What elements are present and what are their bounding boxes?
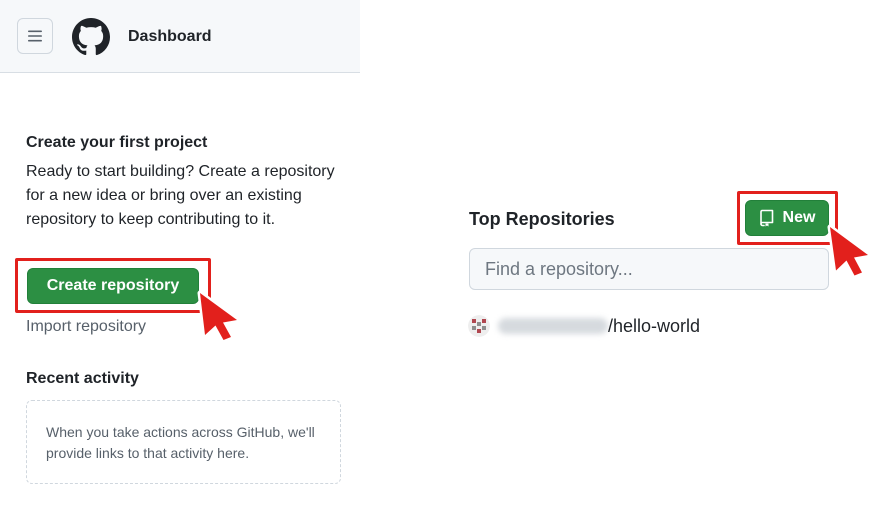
new-button-label: New	[782, 209, 816, 226]
repository-list-item[interactable]: /hello-world	[468, 313, 768, 339]
intro-description: Ready to start building? Create a reposi…	[26, 163, 335, 228]
create-repository-button[interactable]: Create repository	[27, 268, 199, 304]
pointer-arrow-icon	[197, 290, 240, 342]
page-title: Dashboard	[128, 28, 212, 45]
recent-activity-empty-text: When you take actions across GitHub, we'…	[46, 424, 315, 461]
recent-activity-box: When you take actions across GitHub, we'…	[26, 400, 341, 484]
top-bar: Dashboard	[0, 0, 360, 73]
pointer-arrow-icon	[827, 224, 871, 278]
menu-button[interactable]	[17, 18, 53, 54]
hamburger-menu-icon	[28, 30, 42, 42]
find-repository-input[interactable]	[469, 248, 829, 290]
repository-name[interactable]: /hello-world	[608, 315, 700, 337]
new-repository-button[interactable]: New	[745, 200, 829, 236]
import-repository-link[interactable]: Import repository	[26, 317, 146, 337]
top-repositories-title: Top Repositories	[469, 209, 615, 229]
repository-owner-redacted	[498, 318, 608, 334]
intro-title: Create your first project	[26, 134, 208, 151]
recent-activity-title: Recent activity	[26, 370, 139, 387]
repo-icon	[759, 209, 773, 227]
github-octocat-icon[interactable]	[72, 18, 110, 56]
avatar	[468, 315, 490, 337]
